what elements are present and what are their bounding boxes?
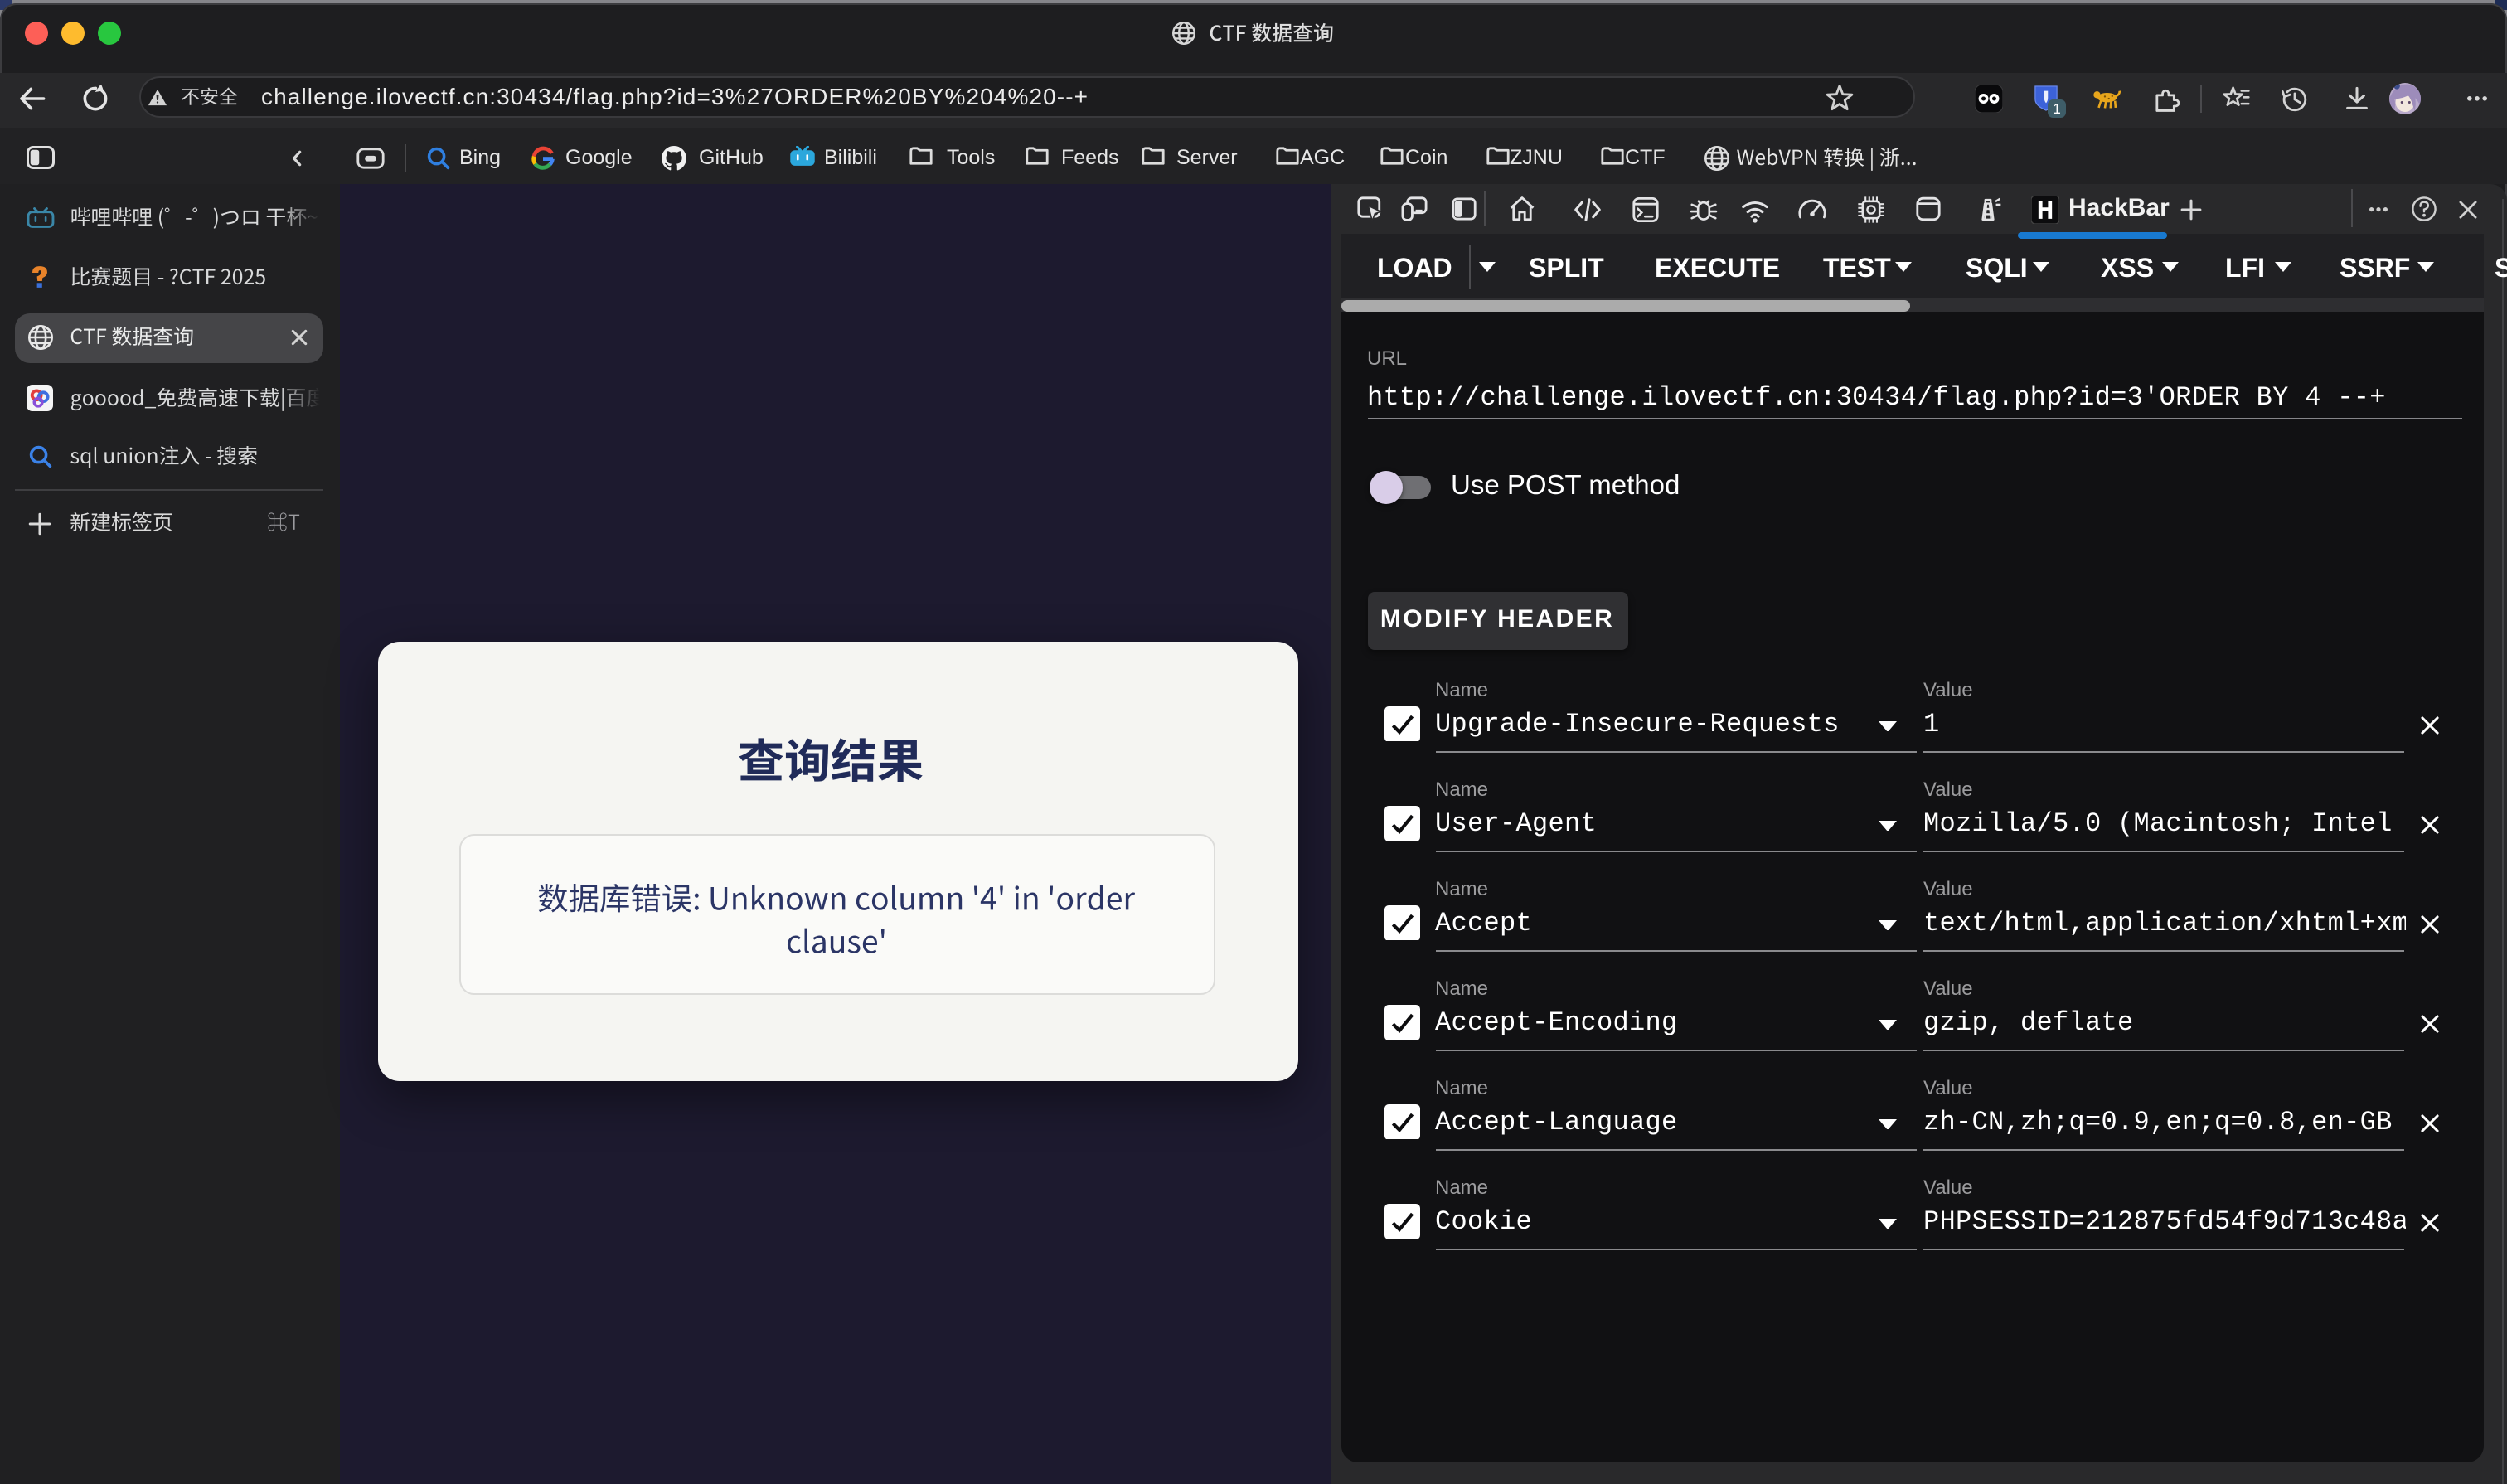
svg-text:1: 1 (2053, 100, 2061, 117)
